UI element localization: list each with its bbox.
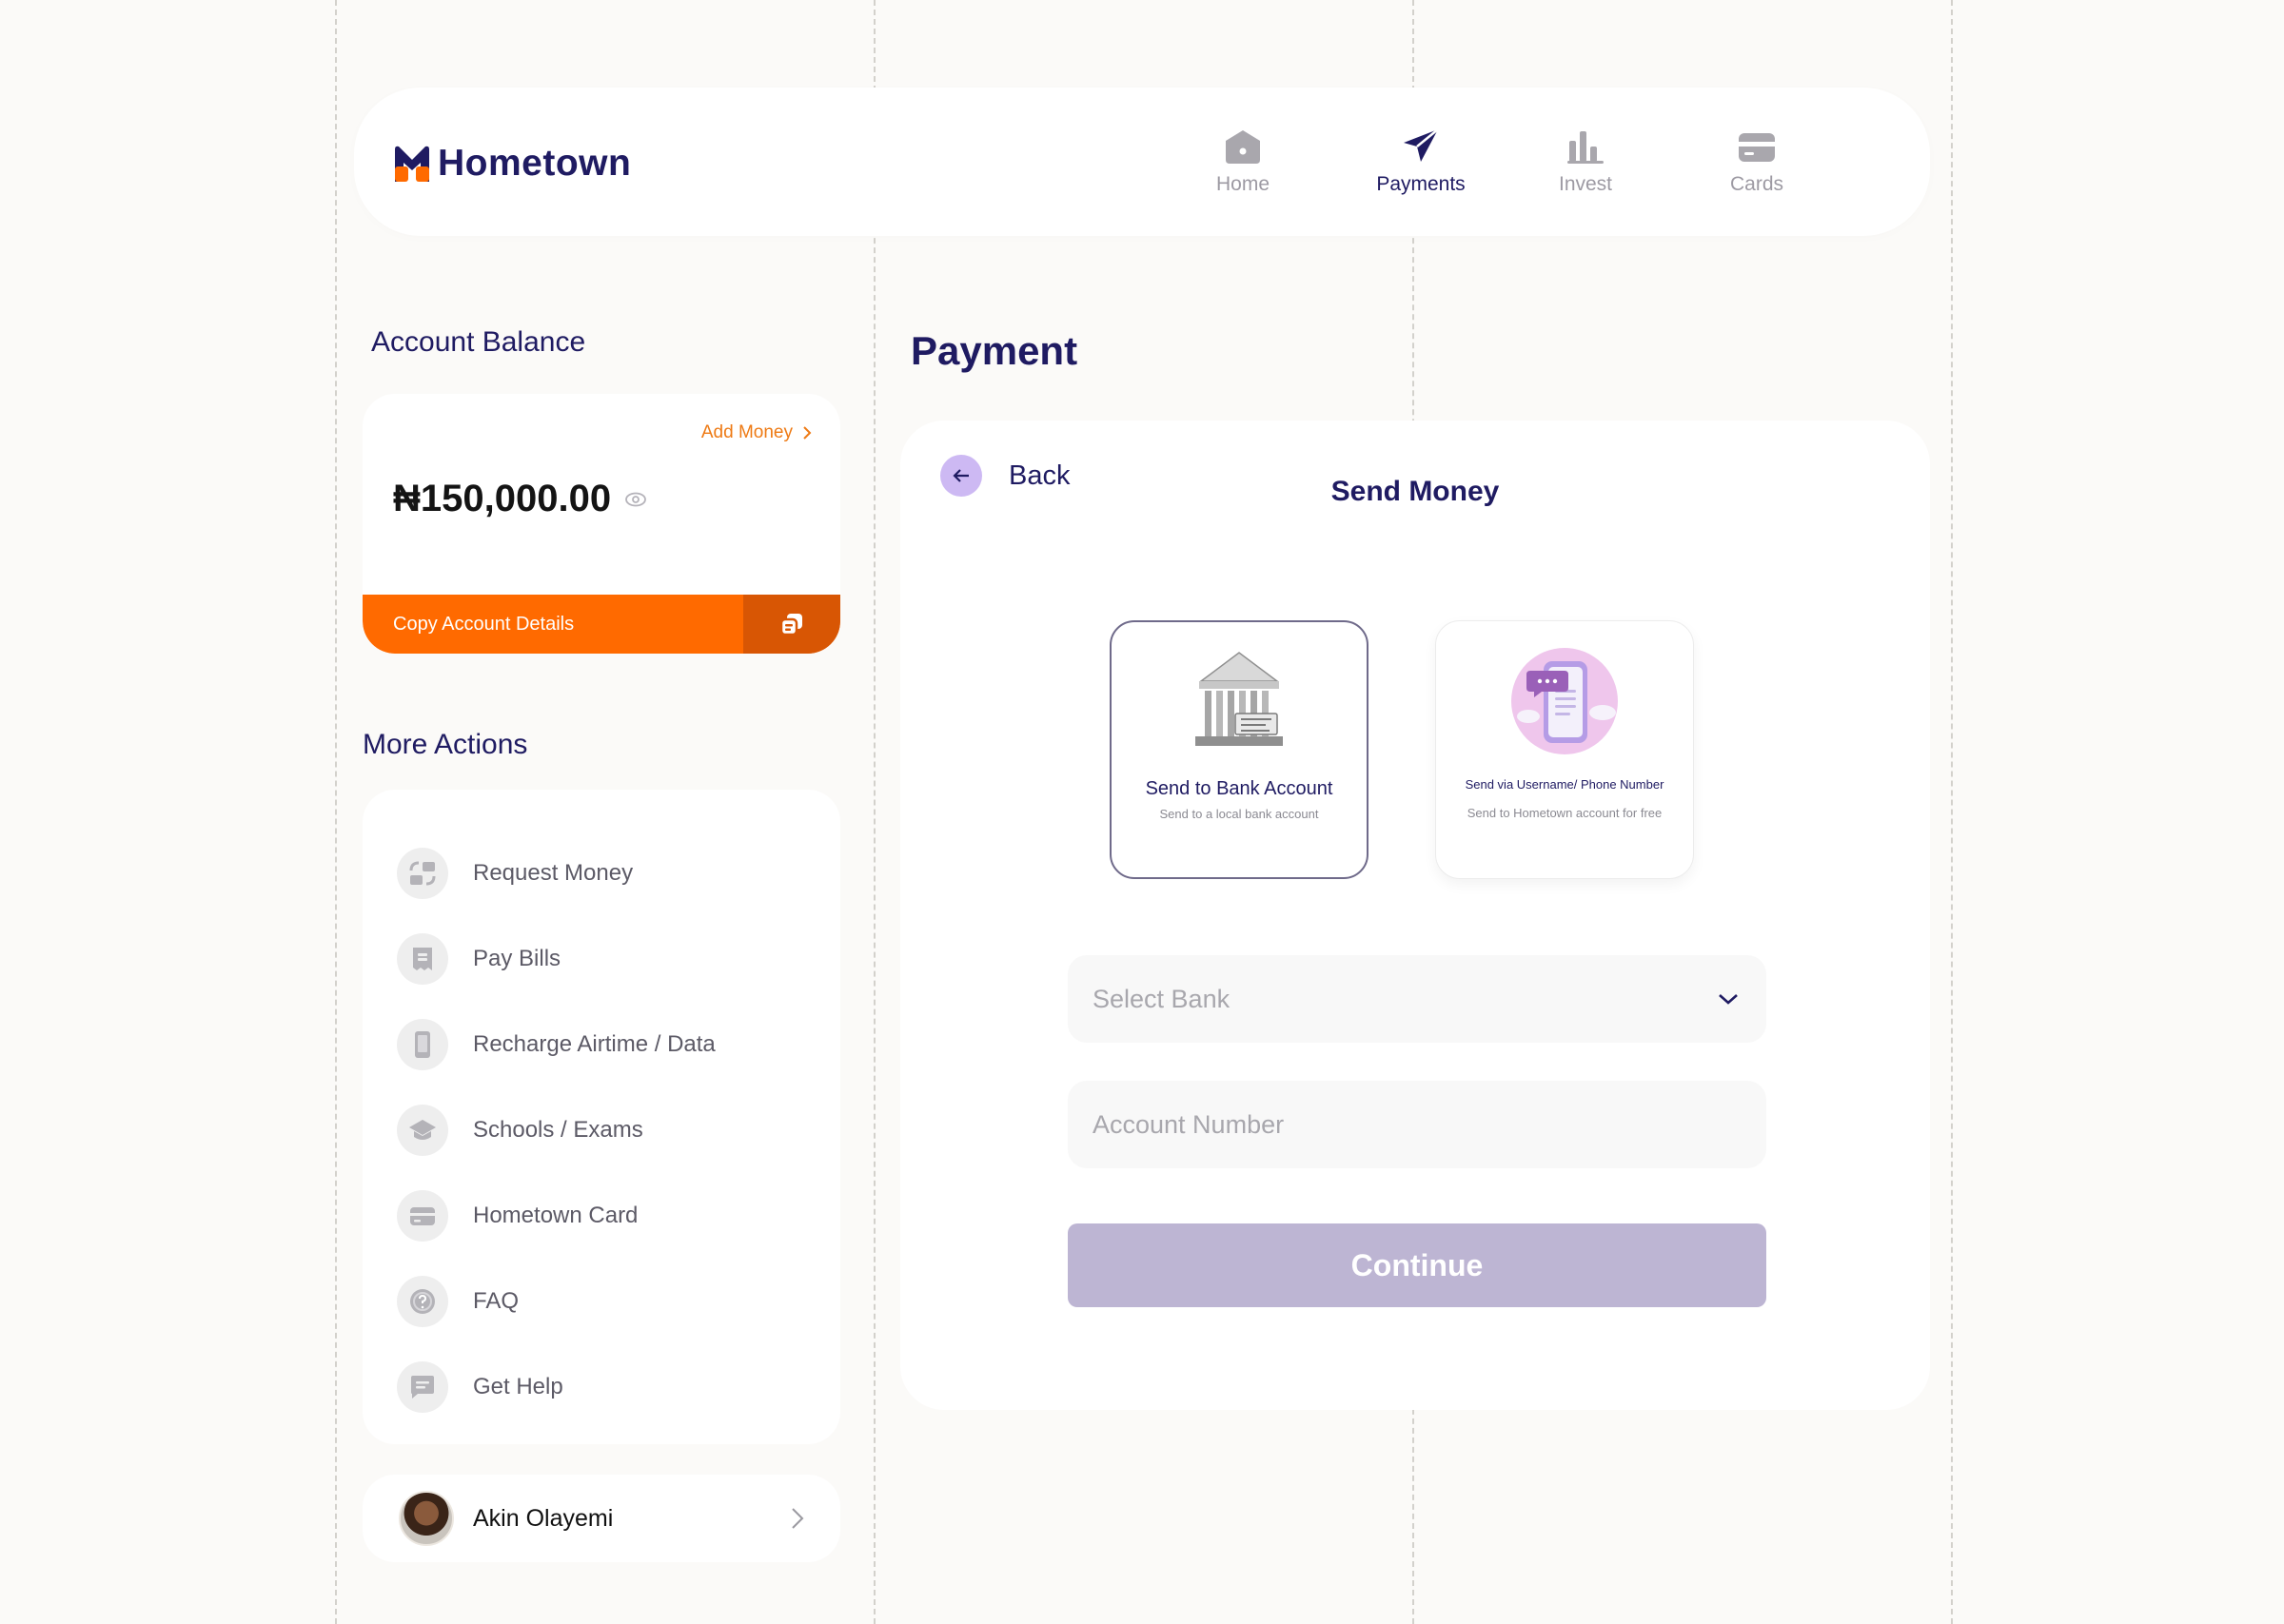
logo-mark-icon bbox=[395, 146, 429, 182]
action-request-money-label: Request Money bbox=[473, 860, 634, 886]
graduation-cap-icon bbox=[397, 1105, 448, 1156]
avatar bbox=[399, 1491, 454, 1546]
guide-line bbox=[335, 0, 337, 1624]
select-bank-placeholder: Select Bank bbox=[1093, 984, 1231, 1013]
phone-chat-icon bbox=[1511, 648, 1618, 754]
send-to-bank-title: Send to Bank Account bbox=[1145, 778, 1333, 799]
action-faq[interactable]: FAQ bbox=[397, 1276, 519, 1327]
send-money-title: Send Money bbox=[1330, 476, 1500, 507]
card-icon bbox=[397, 1190, 448, 1242]
nav-home-label: Home bbox=[1215, 173, 1270, 195]
bank-building-icon bbox=[1195, 652, 1283, 746]
exchange-icon bbox=[397, 848, 448, 899]
page-title: Payment bbox=[911, 328, 1078, 373]
add-money-link[interactable]: Add Money bbox=[701, 422, 812, 443]
send-via-username-subtitle: Send to Hometown account for free bbox=[1467, 806, 1663, 820]
top-nav-bar: Hometown Home Payments Invest Cards bbox=[354, 88, 1930, 236]
continue-button[interactable]: Continue bbox=[1068, 1223, 1766, 1307]
nav-cards[interactable]: Cards bbox=[1671, 127, 1842, 196]
nav-home[interactable]: Home bbox=[1157, 127, 1329, 196]
logo[interactable]: Hometown bbox=[392, 143, 631, 185]
account-balance-heading: Account Balance bbox=[371, 326, 586, 358]
add-money-label: Add Money bbox=[700, 422, 793, 442]
select-bank-dropdown[interactable]: Select Bank bbox=[1068, 955, 1766, 1043]
action-hometown-card[interactable]: Hometown Card bbox=[397, 1190, 638, 1242]
chevron-right-icon bbox=[792, 1508, 804, 1529]
question-icon bbox=[397, 1276, 448, 1327]
chat-icon bbox=[397, 1361, 448, 1413]
action-recharge-airtime-label: Recharge Airtime / Data bbox=[473, 1031, 716, 1057]
copy-account-details-label: Copy Account Details bbox=[393, 613, 575, 635]
action-get-help-label: Get Help bbox=[473, 1374, 563, 1399]
action-pay-bills[interactable]: Pay Bills bbox=[397, 933, 561, 985]
action-get-help[interactable]: Get Help bbox=[397, 1361, 563, 1413]
copy-account-details-button[interactable]: Copy Account Details bbox=[363, 595, 840, 654]
nav-payments[interactable]: Payments bbox=[1335, 127, 1506, 196]
more-actions-card: Request Money Pay Bills Recharge Airtime… bbox=[363, 790, 840, 1444]
account-number-placeholder: Account Number bbox=[1093, 1109, 1285, 1139]
copy-icon bbox=[779, 614, 802, 636]
card-icon bbox=[1739, 133, 1775, 162]
send-to-bank-subtitle: Send to a local bank account bbox=[1159, 807, 1319, 821]
balance-card: Add Money ₦150,000.00 Copy Account Detai… bbox=[363, 394, 840, 654]
phone-icon bbox=[397, 1019, 448, 1070]
action-hometown-card-label: Hometown Card bbox=[473, 1203, 639, 1228]
send-money-panel: Back Send Money Send to Bank Account Sen… bbox=[900, 421, 1930, 1410]
profile-card[interactable]: Akin Olayemi bbox=[363, 1475, 840, 1562]
send-via-username-title: Send via Username/ Phone Number bbox=[1465, 777, 1664, 792]
nav-cards-label: Cards bbox=[1729, 173, 1784, 195]
nav-invest[interactable]: Invest bbox=[1500, 127, 1671, 196]
action-pay-bills-label: Pay Bills bbox=[473, 946, 561, 971]
action-faq-label: FAQ bbox=[473, 1288, 520, 1314]
home-icon bbox=[1226, 130, 1260, 164]
chevron-down-icon bbox=[1719, 994, 1738, 1005]
account-number-field[interactable]: Account Number bbox=[1068, 1081, 1766, 1168]
bar-chart-icon bbox=[1567, 131, 1604, 164]
balance-amount: ₦150,000.00 bbox=[393, 478, 612, 519]
profile-name: Akin Olayemi bbox=[473, 1504, 614, 1532]
nav-payments-label: Payments bbox=[1376, 173, 1466, 195]
action-schools-exams[interactable]: Schools / Exams bbox=[397, 1105, 643, 1156]
send-to-bank-option[interactable]: Send to Bank Account Send to a local ban… bbox=[1110, 620, 1368, 879]
action-request-money[interactable]: Request Money bbox=[397, 848, 633, 899]
action-schools-exams-label: Schools / Exams bbox=[473, 1117, 643, 1143]
paper-plane-icon bbox=[1404, 128, 1439, 162]
chevron-right-icon bbox=[803, 426, 812, 440]
send-via-username-option[interactable]: Send via Username/ Phone Number Send to … bbox=[1435, 620, 1694, 879]
nav-invest-label: Invest bbox=[1558, 173, 1613, 195]
continue-label: Continue bbox=[1350, 1247, 1484, 1282]
action-recharge-airtime[interactable]: Recharge Airtime / Data bbox=[397, 1019, 716, 1070]
logo-text: Hometown bbox=[438, 143, 632, 184]
guide-line bbox=[874, 0, 876, 1624]
more-actions-heading: More Actions bbox=[363, 729, 528, 760]
receipt-icon bbox=[397, 933, 448, 985]
guide-line bbox=[1951, 0, 1953, 1624]
copy-button[interactable] bbox=[743, 595, 840, 654]
eye-icon[interactable] bbox=[624, 491, 647, 508]
